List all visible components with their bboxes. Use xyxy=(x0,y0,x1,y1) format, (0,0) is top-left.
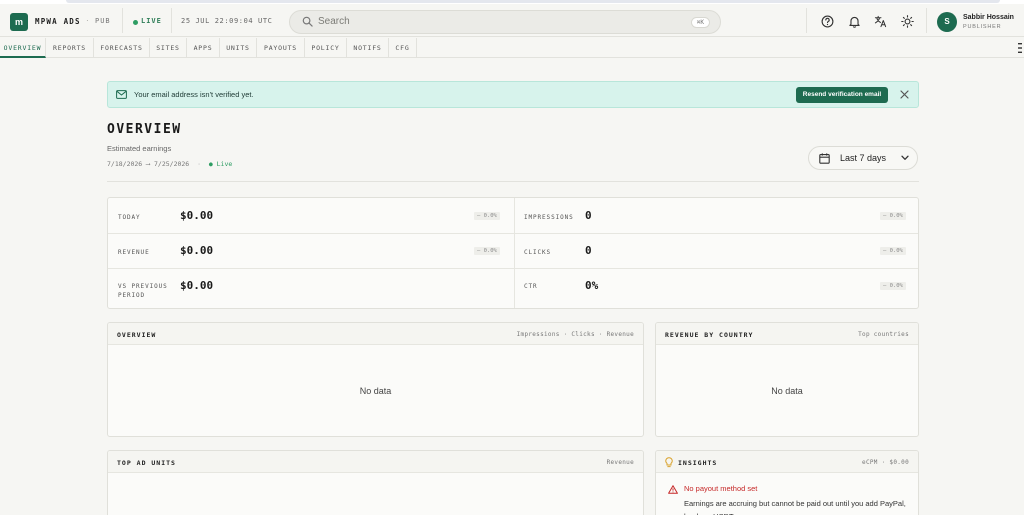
search-input[interactable]: Search xyxy=(318,16,350,27)
search-shortcut: ⌘K xyxy=(690,17,710,28)
grid-line xyxy=(514,198,515,308)
help-icon[interactable] xyxy=(821,15,834,28)
section-divider xyxy=(107,181,919,182)
tab-apps[interactable]: APPS xyxy=(187,38,220,58)
panel-header: INSIGHTS eCPM · $0.00 xyxy=(656,451,918,473)
panel-header: OVERVIEW Impressions · Clicks · Revenue xyxy=(108,323,643,345)
tab-policy[interactable]: POLICY xyxy=(305,38,347,58)
mail-icon xyxy=(116,90,127,99)
panel-title: REVENUE BY COUNTRY xyxy=(665,331,754,339)
date-range-text: 7/18/2026 ⟶ 7/25/2026 · ● Live xyxy=(107,160,232,168)
live-dot-icon xyxy=(133,20,138,25)
stat-vs-previous-label-2: PERIOD xyxy=(118,292,146,299)
lightbulb-icon xyxy=(665,457,673,468)
user-role: PUBLISHER xyxy=(963,24,1002,30)
header-divider xyxy=(122,8,123,33)
stat-vs-previous-label: VS PREVIOUS xyxy=(118,283,168,290)
tab-units[interactable]: UNITS xyxy=(220,38,257,58)
grid-line xyxy=(108,233,918,234)
insight-warning-text: Earnings are accruing but cannot be paid… xyxy=(684,499,906,515)
panel-title: OVERVIEW xyxy=(117,331,157,339)
stat-revenue-delta: — 0.0% xyxy=(474,247,500,255)
stat-revenue-value: $0.00 xyxy=(180,244,214,257)
user-name[interactable]: Sabbir Hossain xyxy=(963,14,1014,21)
header-divider xyxy=(926,8,927,33)
empty-state: No data xyxy=(359,386,392,396)
date-separator: · xyxy=(197,160,201,168)
stat-ctr-value: 0% xyxy=(585,279,599,292)
calendar-icon xyxy=(819,153,830,164)
stat-ctr-delta: — 0.0% xyxy=(880,282,906,290)
stat-clicks-value: 0 xyxy=(585,244,592,257)
date-range-select[interactable]: Last 7 days xyxy=(808,146,918,170)
overview-chart-panel: OVERVIEW Impressions · Clicks · Revenue … xyxy=(107,322,644,437)
utc-clock: 25 JUL 22:09:04 UTC xyxy=(181,17,273,25)
search-icon xyxy=(302,16,313,27)
empty-state: No data xyxy=(771,386,803,396)
panel-header: REVENUE BY COUNTRY Top countries xyxy=(656,323,918,345)
stats-grid: TODAY $0.00 — 0.0% REVENUE $0.00 — 0.0% … xyxy=(107,197,919,309)
stat-today-delta: — 0.0% xyxy=(474,212,500,220)
date-to: 7/25/2026 xyxy=(154,160,190,168)
date-from: 7/18/2026 xyxy=(107,160,143,168)
panel-header: TOP AD UNITS Revenue xyxy=(108,451,643,473)
stat-impressions-delta: — 0.0% xyxy=(880,212,906,220)
main-nav: OVERVIEW REPORTS FORECASTS SITES APPS UN… xyxy=(0,38,1024,58)
stat-impressions-label: IMPRESSIONS xyxy=(524,214,574,221)
stat-today-label: TODAY xyxy=(118,214,141,221)
tab-reports[interactable]: REPORTS xyxy=(46,38,94,58)
chevron-down-icon xyxy=(901,155,909,160)
app-header: m MPWA ADS · PUB LIVE 25 JUL 22:09:04 UT… xyxy=(0,4,1024,37)
tab-overview[interactable]: OVERVIEW xyxy=(0,38,46,58)
translate-icon[interactable] xyxy=(874,15,887,28)
insights-panel: INSIGHTS eCPM · $0.00 No payout method s… xyxy=(655,450,919,515)
stat-revenue-label: REVENUE xyxy=(118,249,150,256)
avatar[interactable]: S xyxy=(937,12,957,32)
revenue-by-country-panel: REVENUE BY COUNTRY Top countries No data xyxy=(655,322,919,437)
panel-title: INSIGHTS xyxy=(678,459,718,467)
tab-notifs[interactable]: NOTIFS xyxy=(347,38,389,58)
live-indicator: ● Live xyxy=(208,160,233,168)
live-status: LIVE xyxy=(141,17,162,25)
page-subtitle: Estimated earnings xyxy=(107,144,172,153)
stat-vs-previous-value: $0.00 xyxy=(180,279,214,292)
date-range-value: Last 7 days xyxy=(840,153,887,163)
close-icon[interactable] xyxy=(900,90,909,99)
panel-subtitle: eCPM · $0.00 xyxy=(862,459,909,466)
header-divider xyxy=(806,8,807,33)
header-divider xyxy=(171,8,172,33)
panel-title: TOP AD UNITS xyxy=(117,459,176,467)
tab-forecasts[interactable]: FORECASTS xyxy=(94,38,150,58)
brand-separator: · xyxy=(86,16,89,25)
drag-handle-icon[interactable] xyxy=(1017,41,1023,55)
stat-clicks-delta: — 0.0% xyxy=(880,247,906,255)
panel-subtitle: Top countries xyxy=(858,331,909,338)
stat-ctr-label: CTR xyxy=(524,283,538,290)
role-tag: PUB xyxy=(95,17,111,25)
tab-payouts[interactable]: PAYOUTS xyxy=(257,38,305,58)
brand-logo[interactable]: m xyxy=(10,13,28,31)
stat-today-value: $0.00 xyxy=(180,209,214,222)
date-arrow: ⟶ xyxy=(146,160,151,168)
panel-legend: Impressions · Clicks · Revenue xyxy=(516,331,634,338)
tab-sites[interactable]: SITES xyxy=(150,38,187,58)
panel-subtitle: Revenue xyxy=(606,459,634,466)
stat-impressions-value: 0 xyxy=(585,209,592,222)
stat-clicks-label: CLICKS xyxy=(524,249,552,256)
tab-cfg[interactable]: CFG xyxy=(389,38,417,58)
search-bar[interactable]: Search ⌘K xyxy=(289,10,721,34)
warning-icon xyxy=(668,485,678,494)
top-strip-bar xyxy=(66,0,1000,3)
theme-sun-icon[interactable] xyxy=(901,15,914,28)
alert-message: Your email address isn't verified yet. xyxy=(134,90,254,99)
top-ad-units-panel: TOP AD UNITS Revenue xyxy=(107,450,644,515)
grid-line xyxy=(108,268,918,269)
brand-name: MPWA ADS xyxy=(35,17,81,26)
bell-icon[interactable] xyxy=(848,15,861,28)
email-verification-alert: Your email address isn't verified yet. R… xyxy=(107,81,919,108)
page-title: OVERVIEW xyxy=(107,122,182,137)
insight-warning-title: No payout method set xyxy=(684,484,758,493)
resend-verification-button[interactable]: Resend verification email xyxy=(796,87,888,103)
